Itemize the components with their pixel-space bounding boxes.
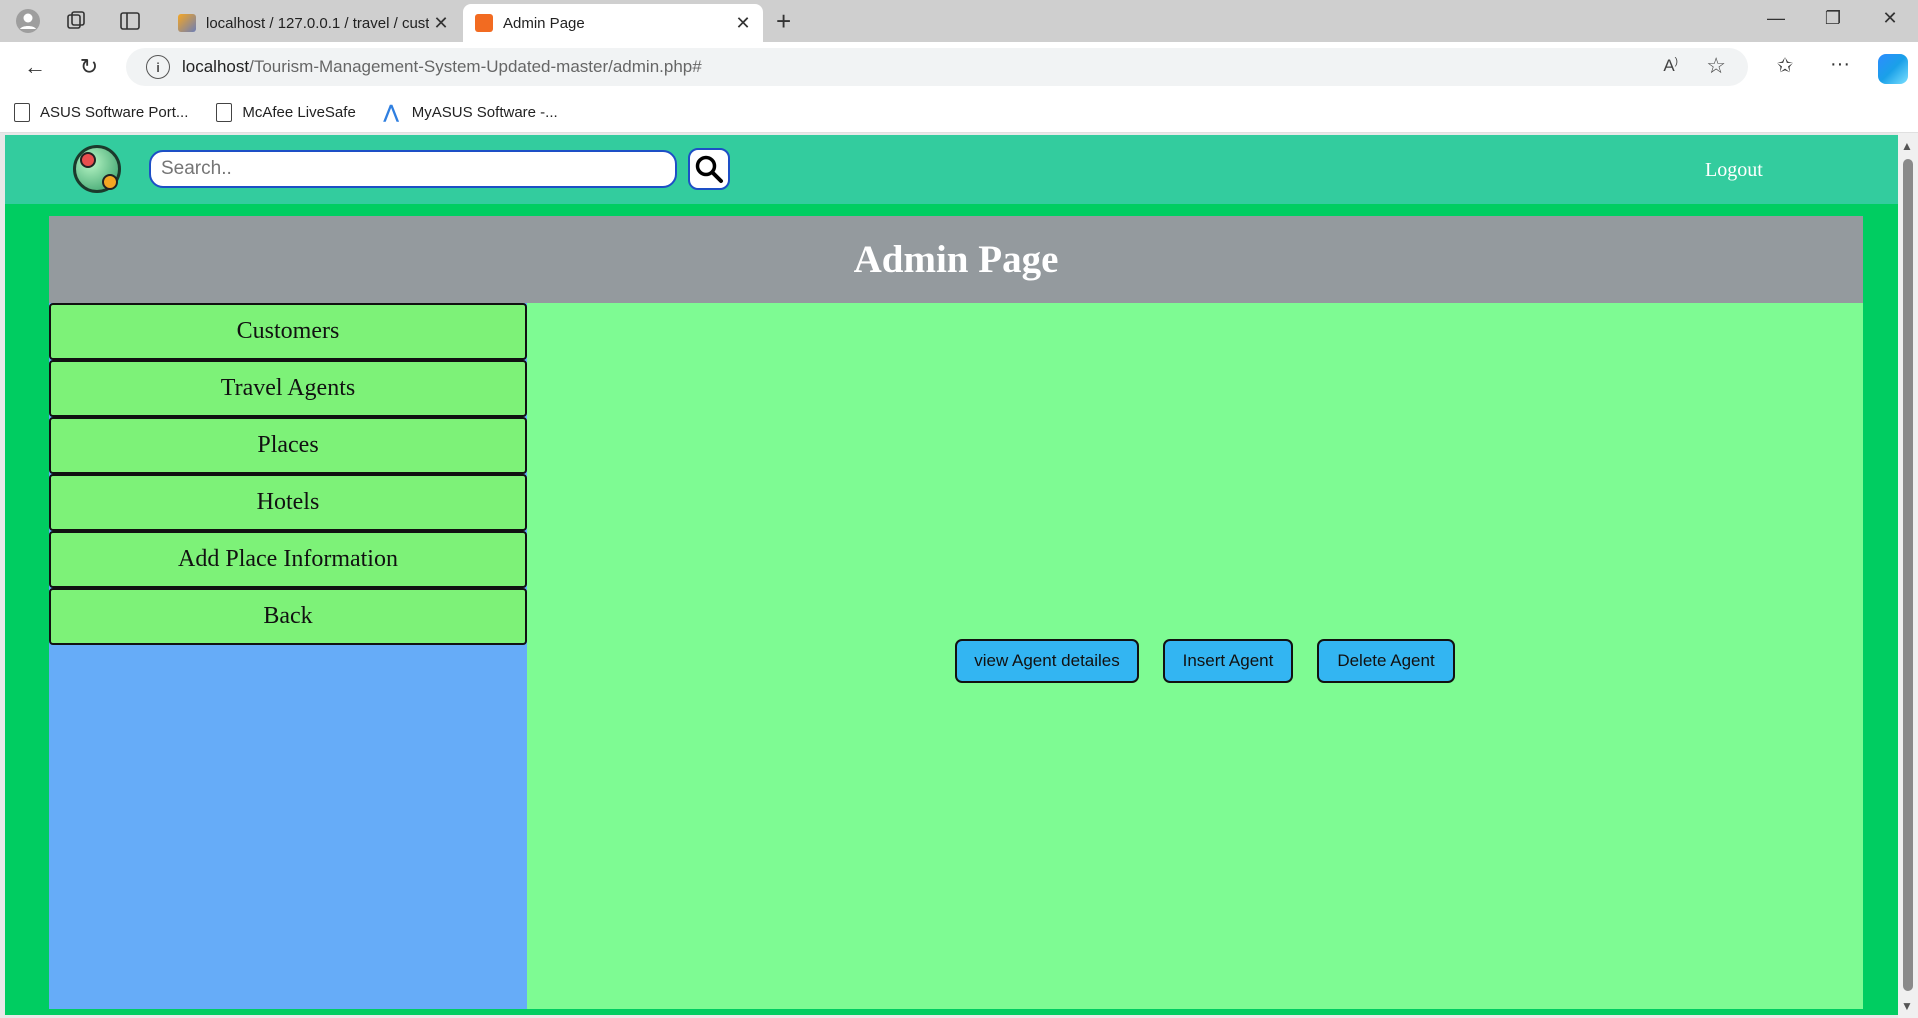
favorite-star-icon[interactable]: ☆ xyxy=(1706,53,1726,79)
bookmark-label: McAfee LiveSafe xyxy=(242,103,356,121)
search-button[interactable] xyxy=(688,148,730,190)
page-icon xyxy=(14,102,30,122)
sidebar-button-travel-agents[interactable]: Travel Agents xyxy=(49,360,527,417)
bookmark-label: ASUS Software Port... xyxy=(40,103,189,121)
bookmark-item[interactable]: ⋀ MyASUS Software -... xyxy=(384,103,558,121)
globe-logo-icon[interactable] xyxy=(73,145,121,193)
sidebar-button-back[interactable]: Back xyxy=(49,588,527,645)
bookmark-item[interactable]: McAfee LiveSafe xyxy=(216,102,356,122)
tab-title: Admin Page xyxy=(503,14,585,32)
asus-icon: ⋀ xyxy=(383,102,399,122)
workspaces-icon[interactable] xyxy=(62,8,90,34)
page-icon xyxy=(216,102,233,122)
back-arrow-icon[interactable]: ← xyxy=(20,53,50,81)
sidebar-button-places[interactable]: Places xyxy=(49,417,527,474)
tab-phpmyadmin[interactable]: localhost / 127.0.0.1 / travel / cust ✕ xyxy=(166,4,461,42)
delete-agent-button[interactable]: Delete Agent xyxy=(1317,639,1455,683)
sidebar-button-customers[interactable]: Customers xyxy=(49,303,527,360)
address-bar[interactable]: i localhost/Tourism-Management-System-Up… xyxy=(126,48,1748,86)
url-text[interactable]: localhost/Tourism-Management-System-Upda… xyxy=(182,57,702,77)
agent-actions: view Agent detailes Insert Agent Delete … xyxy=(527,639,1863,683)
xampp-icon xyxy=(475,14,493,32)
site-info-icon[interactable]: i xyxy=(146,55,170,79)
reload-icon[interactable]: ↻ xyxy=(74,53,104,81)
tab-admin-page[interactable]: Admin Page ✕ xyxy=(463,4,763,42)
more-options-icon[interactable]: ··· xyxy=(1823,53,1857,76)
sidebar-button-hotels[interactable]: Hotels xyxy=(49,474,527,531)
logout-link[interactable]: Logout xyxy=(1705,159,1763,182)
copilot-icon[interactable] xyxy=(1878,54,1908,84)
scroll-down-icon[interactable]: ▼ xyxy=(1901,999,1913,1013)
browser-nav-bar: ← ↻ i localhost/Tourism-Management-Syste… xyxy=(0,42,1918,92)
bookmark-item[interactable]: ASUS Software Port... xyxy=(14,102,189,122)
page-title: Admin Page xyxy=(49,216,1863,303)
admin-main-panel: view Agent detailes Insert Agent Delete … xyxy=(527,303,1863,1009)
read-aloud-icon[interactable]: A) xyxy=(1663,56,1678,76)
phpmyadmin-icon xyxy=(178,14,196,32)
close-icon[interactable]: ✕ xyxy=(731,13,755,34)
bookmarks-bar: ASUS Software Port... McAfee LiveSafe ⋀ … xyxy=(0,92,1918,133)
url-path: /Tourism-Management-System-Updated-maste… xyxy=(249,57,702,76)
view-agent-details-button[interactable]: view Agent detailes xyxy=(955,639,1139,683)
browser-tab-bar: localhost / 127.0.0.1 / travel / cust ✕ … xyxy=(0,0,1918,42)
admin-content: Admin Page Customers Travel Agents Place… xyxy=(49,216,1863,1009)
page-body: Logout Admin Page Customers Travel Agent… xyxy=(5,135,1898,1015)
sidebar-button-add-place-information[interactable]: Add Place Information xyxy=(49,531,527,588)
admin-sidebar: Customers Travel Agents Places Hotels Ad… xyxy=(49,303,527,1009)
new-tab-icon[interactable]: + xyxy=(776,8,791,34)
bookmark-label: MyASUS Software -... xyxy=(411,103,558,121)
site-header: Logout xyxy=(5,135,1898,204)
url-host: localhost xyxy=(182,57,250,76)
scrollbar-thumb[interactable] xyxy=(1903,159,1913,991)
insert-agent-button[interactable]: Insert Agent xyxy=(1163,639,1293,683)
profile-icon[interactable] xyxy=(14,8,42,34)
page-viewport: Logout Admin Page Customers Travel Agent… xyxy=(0,133,1918,1018)
close-icon[interactable]: ✕ xyxy=(429,13,453,34)
minimize-icon[interactable]: — xyxy=(1756,8,1796,29)
tab-actions-icon[interactable] xyxy=(116,8,144,34)
tab-title: localhost / 127.0.0.1 / travel / cust xyxy=(206,14,429,32)
scroll-up-icon[interactable]: ▲ xyxy=(1901,139,1913,153)
search-input[interactable] xyxy=(149,150,677,188)
window-close-icon[interactable]: ✕ xyxy=(1870,8,1910,29)
restore-icon[interactable]: ❐ xyxy=(1813,8,1853,29)
search-icon xyxy=(695,155,723,183)
page-scrollbar[interactable]: ▲ ▼ xyxy=(1898,133,1918,1018)
favorites-icon[interactable]: ✩ xyxy=(1768,53,1802,78)
